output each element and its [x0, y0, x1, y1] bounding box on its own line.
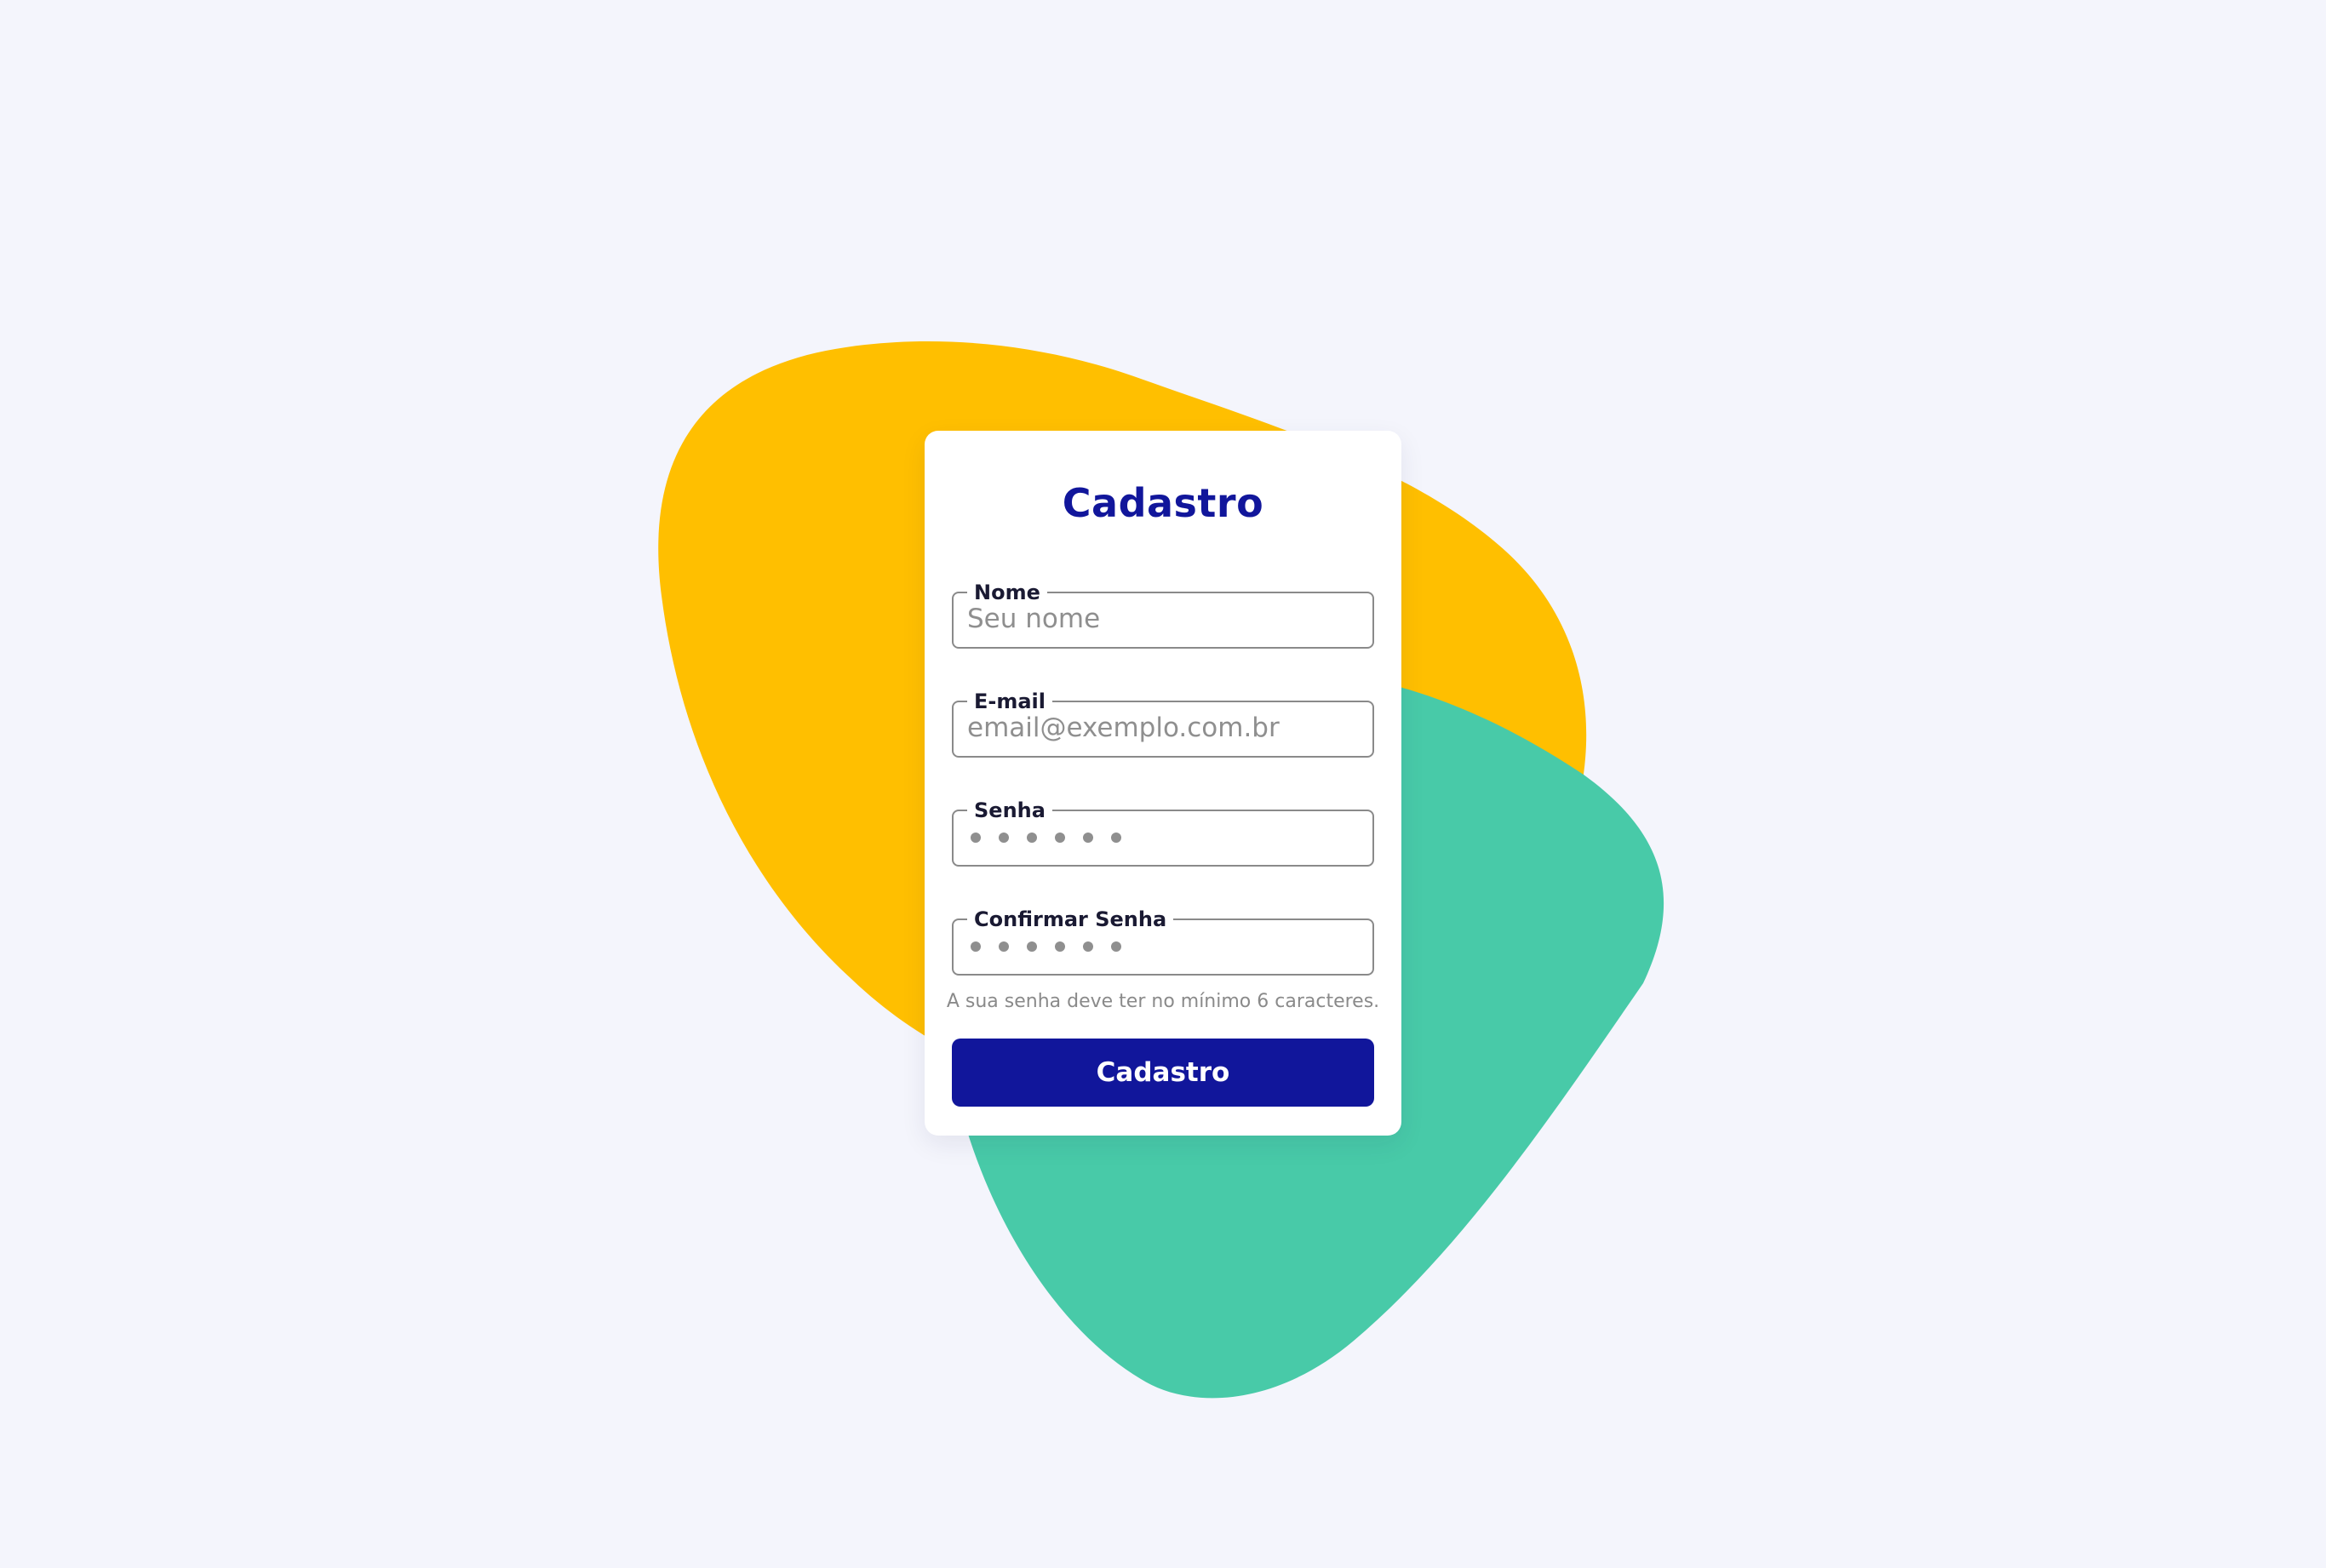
name-input[interactable] [967, 599, 1359, 638]
mask-dot [1027, 941, 1037, 952]
name-field[interactable]: Nome [952, 582, 1374, 649]
password-hint: A sua senha deve ter no mínimo 6 caracte… [946, 991, 1380, 1012]
mask-dot [971, 833, 981, 843]
mask-dot [971, 941, 981, 952]
page: Cadastro Nome E-mail Senha [0, 0, 2326, 1568]
mask-dot [1083, 941, 1093, 952]
form-title: Cadastro [1062, 480, 1264, 526]
mask-dot [999, 833, 1009, 843]
email-field[interactable]: E-mail [952, 691, 1374, 758]
confirm-password-mask [971, 941, 1121, 952]
email-input[interactable] [967, 708, 1359, 747]
confirm-password-label: Confirmar Senha [974, 907, 1167, 931]
password-field[interactable]: Senha [952, 800, 1374, 867]
signup-card: Cadastro Nome E-mail Senha [925, 431, 1401, 1136]
password-mask [971, 833, 1121, 843]
mask-dot [1111, 833, 1121, 843]
mask-dot [1027, 833, 1037, 843]
confirm-password-field[interactable]: Confirmar Senha [952, 909, 1374, 976]
mask-dot [1111, 941, 1121, 952]
signup-button[interactable]: Cadastro [952, 1039, 1374, 1107]
password-label: Senha [974, 798, 1046, 822]
mask-dot [999, 941, 1009, 952]
mask-dot [1055, 833, 1065, 843]
mask-dot [1083, 833, 1093, 843]
mask-dot [1055, 941, 1065, 952]
